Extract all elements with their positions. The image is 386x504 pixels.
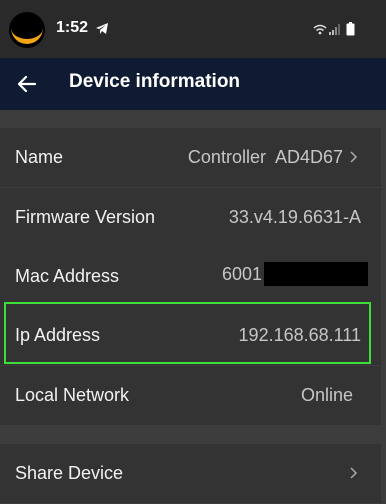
redaction-bar [264,261,368,286]
share-device-row[interactable]: Share Device [0,444,381,503]
name-row[interactable]: Name Controller AD4D67 [0,128,381,187]
mac-label: Mac Address [15,266,120,286]
name-label: Name [15,147,64,167]
local-network-row: Local Network Online [0,366,381,425]
avatar[interactable] [9,12,45,48]
signal-icon [329,24,340,35]
firmware-label: Firmware Version [15,207,156,227]
back-arrow-icon[interactable] [16,73,38,95]
ip-address-highlight [4,302,371,364]
chevron-right-icon [350,151,358,163]
share-device-label: Share Device [15,463,124,483]
status-bar: 1:52 [0,0,386,58]
battery-icon [346,22,355,36]
wifi-icon [313,24,327,35]
chevron-right-icon [350,467,358,479]
firmware-row: Firmware Version 33.v4.19.6631-A [0,188,381,247]
firmware-value: 33.v4.19.6631-A [228,207,361,227]
mac-value: 6001 [221,264,262,284]
app-bar: Device information [0,58,386,110]
page-title: Device information [69,71,241,92]
telegram-icon [96,23,108,34]
name-value: Controller AD4D67 [187,147,343,167]
mac-row: Mac Address 6001 [0,247,381,306]
local-network-value: Online [300,385,353,405]
status-time: 1:52 [56,19,89,36]
mac-value-wrap: 6001 [221,261,368,286]
local-network-label: Local Network [15,385,130,405]
